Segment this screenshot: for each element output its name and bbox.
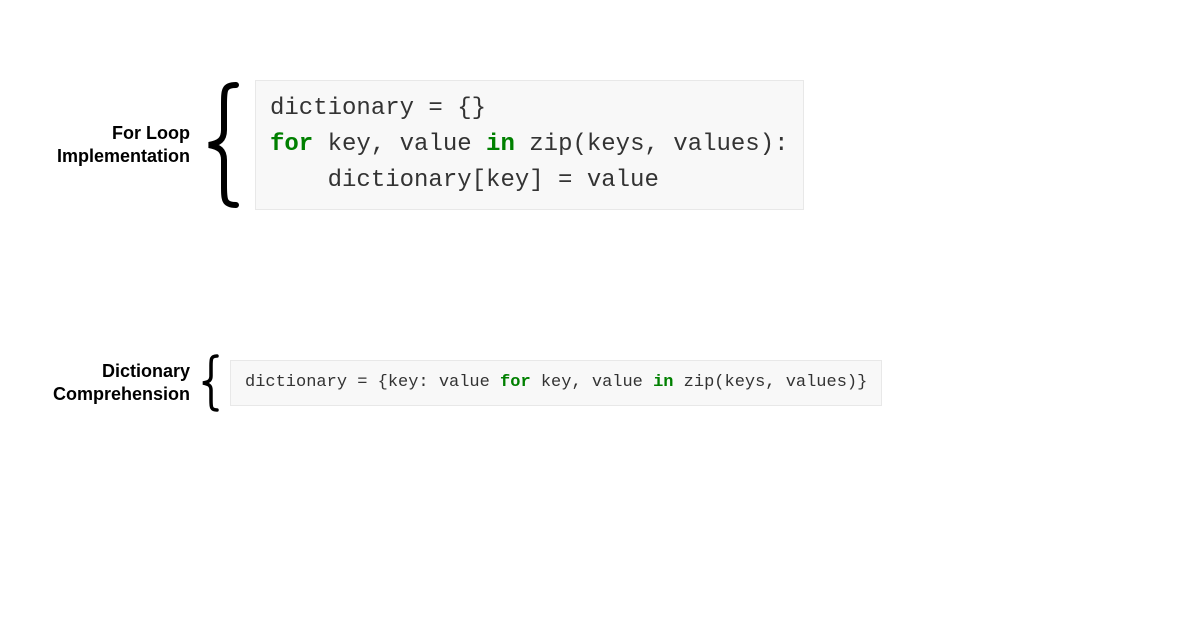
dict-comprehension-section: Dictionary Comprehension dictionary = {k… [30, 348, 882, 418]
keyword-for: for [270, 131, 313, 158]
curly-brace-icon [194, 348, 224, 418]
keyword-in: in [486, 131, 515, 158]
label-line: Comprehension [53, 384, 190, 404]
label-line: Dictionary [102, 361, 190, 381]
code-text: key, value [531, 373, 653, 392]
code-text: dictionary = {} [270, 95, 486, 122]
for-loop-label: For Loop Implementation [30, 122, 190, 169]
code-text: zip(keys, values): [515, 131, 789, 158]
for-loop-code-block: dictionary = {} for key, value in zip(ke… [255, 80, 804, 210]
code-text: zip(keys, values)} [673, 373, 867, 392]
keyword-for: for [500, 373, 531, 392]
curly-brace-icon [194, 75, 249, 215]
for-loop-section: For Loop Implementation dictionary = {} … [30, 75, 804, 215]
label-line: Implementation [57, 146, 190, 166]
dict-comprehension-label: Dictionary Comprehension [30, 360, 190, 407]
dict-comprehension-code-block: dictionary = {key: value for key, value … [230, 360, 882, 406]
keyword-in: in [653, 373, 673, 392]
label-line: For Loop [112, 123, 190, 143]
code-text: dictionary = {key: value [245, 373, 500, 392]
code-text: dictionary[key] = value [270, 167, 659, 194]
code-text: key, value [313, 131, 486, 158]
